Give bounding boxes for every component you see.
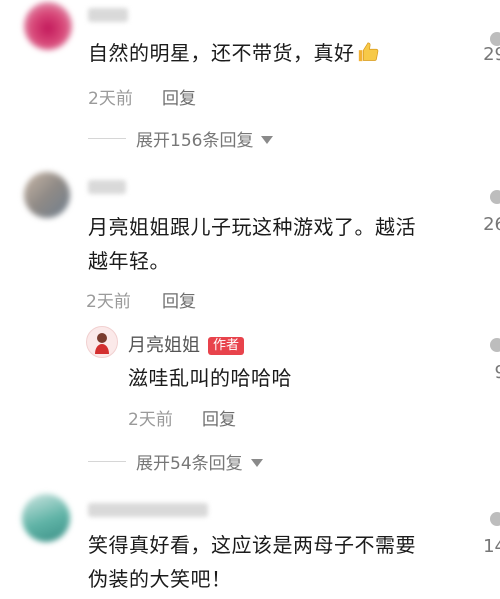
comment-text-line: 伪装的大笑吧！ — [88, 567, 232, 591]
divider-line — [88, 138, 126, 139]
comment-text-line: 月亮姐姐跟儿子玩这种游戏了。越活 — [88, 215, 416, 239]
like-icon[interactable] — [490, 512, 500, 526]
like-count: 9 — [495, 362, 500, 383]
avatar[interactable] — [22, 494, 70, 542]
like-icon[interactable] — [490, 190, 500, 204]
sub-reply-header: 月亮姐姐 作者 — [128, 331, 245, 357]
comment-text: 月亮姐姐跟儿子玩这种游戏了。越活 越年轻。 — [88, 210, 416, 278]
like-count: 26 — [483, 214, 500, 235]
expand-replies-button[interactable]: 展开156条回复 — [88, 126, 274, 151]
expand-replies-label: 展开156条回复 — [136, 131, 254, 151]
username-blurred[interactable] — [88, 180, 126, 194]
reply-button[interactable]: 回复 — [162, 84, 196, 109]
comment-text-content: 自然的明星，还不带货，真好 — [88, 41, 355, 65]
like-icon[interactable] — [490, 338, 500, 352]
comment-text-line: 越年轻。 — [88, 249, 170, 273]
comment-time: 2天前 — [86, 292, 131, 312]
chevron-down-icon — [261, 135, 274, 144]
reply-button[interactable]: 回复 — [162, 287, 196, 312]
thumbs-up-icon — [357, 39, 379, 62]
divider-line — [88, 461, 126, 462]
author-avatar[interactable] — [86, 326, 118, 358]
author-name[interactable]: 月亮姐姐 — [128, 335, 200, 356]
expand-replies-label: 展开54条回复 — [136, 454, 243, 474]
comment-time: 2天前 — [88, 89, 133, 109]
expand-replies-button[interactable]: 展开54条回复 — [88, 449, 263, 474]
reply-button[interactable]: 回复 — [202, 405, 236, 430]
sub-reply-time: 2天前 — [128, 410, 173, 430]
sub-reply-text: 滋哇乱叫的哈哈哈 — [128, 366, 292, 390]
comment-text: 自然的明星，还不带货，真好 — [88, 36, 379, 70]
avatar[interactable] — [24, 2, 72, 50]
username-blurred[interactable] — [88, 503, 208, 517]
like-count: 14 — [483, 536, 500, 557]
author-badge: 作者 — [208, 337, 245, 355]
chevron-down-icon — [250, 458, 263, 467]
username-blurred[interactable] — [88, 8, 128, 22]
like-count: 29 — [483, 44, 500, 65]
comment-text-line: 笑得真好看，这应该是两母子不需要 — [88, 533, 416, 557]
comment-text: 笑得真好看，这应该是两母子不需要 伪装的大笑吧！ — [88, 528, 416, 596]
avatar[interactable] — [24, 172, 70, 218]
